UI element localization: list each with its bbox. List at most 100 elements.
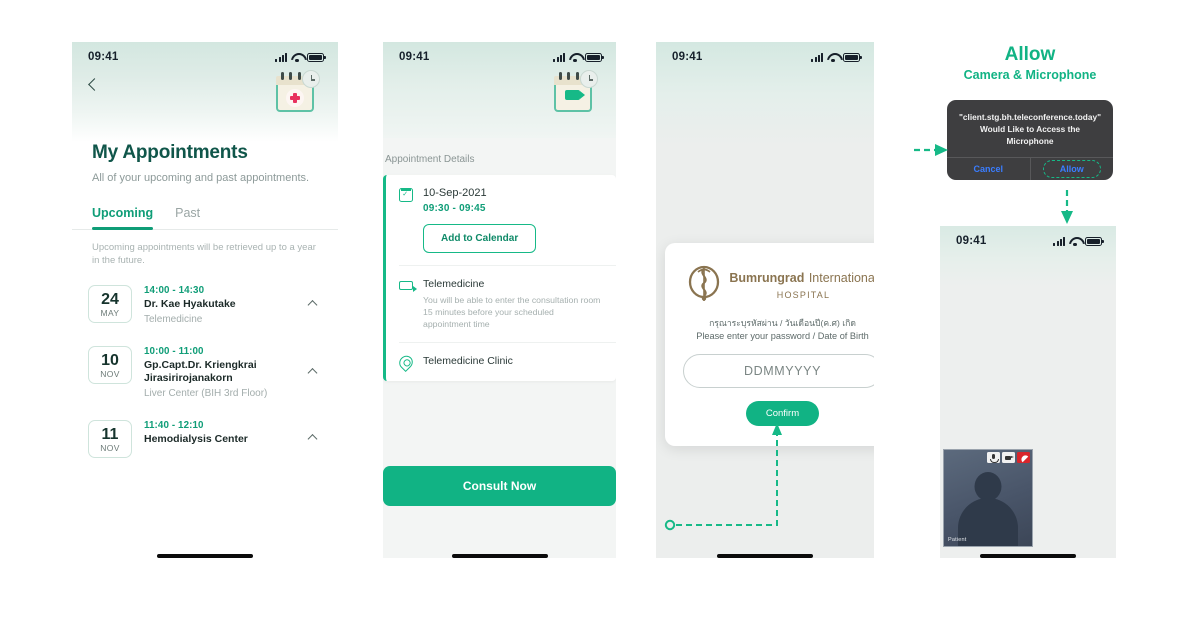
tab-upcoming[interactable]: Upcoming (92, 206, 154, 230)
caduceus-icon (687, 265, 721, 303)
battery-icon (1085, 236, 1104, 246)
list-item[interactable]: 24 MAY 14:00 - 14:30 Dr. Kae Hyakutake T… (88, 275, 322, 336)
tab-past[interactable]: Past (175, 206, 200, 229)
logo-line2: International (808, 270, 874, 285)
battery-icon (843, 52, 862, 62)
phone-my-appointments: 09:41 My Appointments All of your upcomi… (72, 42, 338, 558)
list-item[interactable]: 11 NOV 11:40 - 12:10 Hemodialysis Center (88, 410, 322, 468)
date-badge: 24 MAY (88, 285, 132, 323)
highlight-ring (1042, 160, 1101, 178)
bumrungrad-logo: Bumrungrad International HOSPITAL (683, 265, 874, 303)
prompt-english: Please enter your password / Date of Bir… (696, 331, 869, 341)
battery-icon (307, 52, 326, 62)
allow-subheading: Camera & Microphone (963, 68, 1097, 82)
status-bar: 09:41 (940, 226, 1116, 256)
status-bar: 09:41 (383, 42, 616, 72)
date-badge: 10 NOV (88, 345, 132, 384)
wifi-icon (291, 53, 303, 62)
status-indicators (811, 52, 862, 62)
phone-password-prompt: 09:41 Bumrungrad International HOSPITAL … (656, 42, 874, 558)
panel2-header: 09:41 (383, 42, 616, 138)
participant-name: Patient (948, 537, 967, 543)
clock-badge-icon (580, 70, 598, 88)
status-bar: 09:41 (656, 42, 874, 72)
panel3-header: 09:41 (656, 42, 874, 147)
logo-line1: Bumrungrad (729, 270, 805, 285)
detail-time: 09:30 - 09:45 (423, 203, 486, 214)
appointment-detail-card: 10-Sep-2021 09:30 - 09:45 Add to Calenda… (383, 175, 616, 381)
avatar (958, 472, 1018, 546)
date-badge: 11 NOV (88, 419, 132, 458)
panel1-header: 09:41 (72, 42, 338, 142)
permission-buttons: Cancel Allow (947, 157, 1113, 180)
list-item[interactable]: 10 NOV 10:00 - 11:00 Gp.Capt.Dr. Kriengk… (88, 336, 322, 410)
camera-icon[interactable] (1002, 452, 1015, 463)
password-input[interactable]: DDMMYYYY (683, 354, 874, 388)
location-pin-icon (396, 352, 416, 373)
calendar-check-icon (399, 188, 413, 202)
section-label: Appointment Details (385, 154, 475, 165)
appointments-tabs: Upcoming Past (72, 186, 338, 230)
date-month: MAY (100, 308, 120, 318)
appointment-location: Liver Center (BIH 3rd Floor) (144, 387, 268, 399)
video-controls (987, 452, 1030, 463)
allow-button[interactable]: Allow (1029, 158, 1114, 180)
home-indicator (980, 554, 1076, 558)
date-day: 24 (101, 291, 119, 308)
signal-icon (811, 52, 823, 62)
password-modal: Bumrungrad International HOSPITAL กรุณาร… (665, 243, 874, 446)
clinic-name: Telemedicine Clinic (423, 355, 513, 367)
detail-datetime: 10-Sep-2021 09:30 - 09:45 Add to Calenda… (399, 175, 616, 266)
date-month: NOV (100, 368, 120, 379)
panel4-heading: Allow Camera & Microphone (940, 44, 1120, 84)
appointment-doctor: Dr. Kae Hyakutake (144, 298, 236, 310)
telemedicine-description: You will be able to enter the consultati… (423, 295, 601, 329)
mic-icon[interactable] (987, 452, 1000, 463)
calendar-medical-icon (274, 70, 320, 114)
chevron-left-icon[interactable] (88, 78, 101, 91)
hangup-icon[interactable] (1017, 452, 1030, 463)
status-bar: 09:41 (72, 42, 338, 72)
date-day: 10 (101, 351, 119, 369)
video-call-tile[interactable]: Patient (943, 449, 1033, 547)
phone-appointment-details: 09:41 Appointment Details ✓ 10-Sep-2021 … (383, 42, 616, 558)
wifi-icon (569, 53, 581, 62)
date-day: 11 (101, 425, 119, 443)
battery-icon (585, 52, 604, 62)
prompt-thai: กรุณาระบุรหัสผ่าน / วันเดือนปี(ค.ศ) เกิด (709, 318, 856, 328)
appointments-list: 24 MAY 14:00 - 14:30 Dr. Kae Hyakutake T… (72, 267, 338, 468)
panel4-header: 09:41 (940, 226, 1116, 286)
status-time: 09:41 (399, 51, 430, 63)
status-time: 09:41 (672, 51, 703, 63)
status-indicators (275, 52, 326, 62)
confirm-button[interactable]: Confirm (745, 401, 820, 426)
add-to-calendar-button[interactable]: Add to Calendar (423, 224, 537, 253)
consult-now-button[interactable]: Consult Now (383, 466, 616, 506)
calendar-video-icon (552, 70, 598, 114)
home-indicator (717, 554, 813, 558)
appointment-doctor: Hemodialysis Center (144, 432, 248, 445)
cancel-button[interactable]: Cancel (947, 158, 1030, 180)
status-time: 09:41 (88, 51, 119, 63)
home-indicator (451, 554, 548, 558)
permission-text: "client.stg.bh.teleconference.today" Wou… (959, 112, 1102, 146)
status-indicators (1053, 236, 1104, 246)
detail-telemedicine: Telemedicine You will be able to enter t… (399, 266, 616, 343)
appointment-time: 10:00 - 11:00 (144, 345, 204, 357)
signal-icon (553, 52, 565, 62)
signal-icon (1053, 236, 1065, 246)
telemedicine-title: Telemedicine (423, 278, 485, 290)
wifi-icon (1069, 237, 1081, 246)
page-subtitle: All of your upcoming and past appointmen… (92, 172, 310, 184)
signal-icon (275, 52, 287, 62)
allow-heading: Allow (1004, 44, 1056, 65)
detail-clinic: Telemedicine Clinic (396, 343, 616, 381)
appointment-time: 14:00 - 14:30 (144, 285, 205, 296)
retrieval-note: Upcoming appointments will be retrieved … (92, 242, 316, 266)
video-camera-icon (399, 281, 417, 293)
page-title: My Appointments (92, 142, 248, 163)
appointment-time: 11:40 - 12:10 (144, 419, 204, 431)
clock-badge-icon (302, 70, 320, 88)
status-indicators (553, 52, 604, 62)
permission-dialog: "client.stg.bh.teleconference.today" Wou… (947, 100, 1113, 180)
